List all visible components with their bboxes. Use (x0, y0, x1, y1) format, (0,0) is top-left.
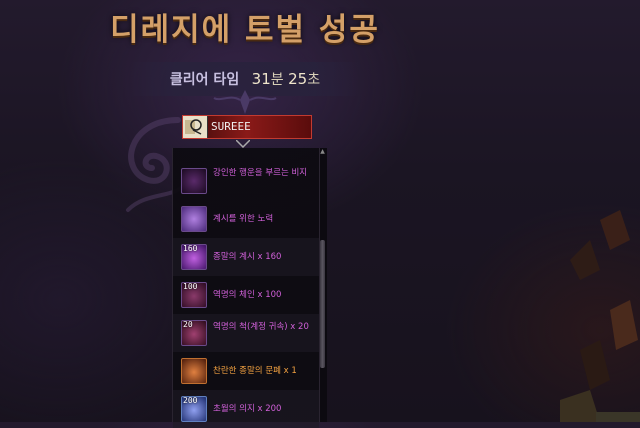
swirl-orb-icon (181, 206, 207, 232)
list-item[interactable]: 찬란한 종말의 문폐 x 1 (173, 352, 319, 390)
list-item[interactable]: 100 역명의 체인 x 100 (173, 276, 319, 314)
reward-name: 계시를 위한 노력 (213, 214, 274, 224)
revelation-orb-icon: 160 (181, 244, 207, 270)
list-item[interactable]: 강인한 행운을 부르는 비지 (173, 162, 319, 200)
reward-name: 찬란한 종말의 문폐 x 1 (213, 366, 297, 376)
chevron-down-icon (236, 140, 250, 148)
player-name: SUREEE (211, 120, 251, 133)
list-item[interactable]: 200 초월의 의지 x 200 (173, 390, 319, 428)
list-item[interactable]: 20 역명의 척(계정 귀속) x 20 (173, 314, 319, 352)
emblem-icon (181, 358, 207, 384)
clear-time-seconds: 25 (288, 70, 308, 88)
will-orb-icon: 200 (181, 396, 207, 422)
helmet-icon (183, 116, 208, 138)
reward-name: 초월의 의지 x 200 (213, 404, 282, 414)
list-item[interactable]: 계시를 위한 노력 (173, 200, 319, 238)
reward-name: 역명의 체인 x 100 (213, 290, 282, 300)
reward-name: 종말의 계시 x 160 (213, 252, 282, 262)
clear-time-minutes-unit: 분 (270, 72, 284, 88)
clear-time-label: 클리어 타임 (169, 72, 240, 88)
clear-time: 클리어 타임 31분 25초 (0, 69, 490, 89)
background-rubble (560, 210, 638, 422)
clear-time-seconds-unit: 초 (307, 72, 321, 88)
item-count: 20 (183, 320, 193, 329)
item-count: 200 (183, 396, 198, 405)
fragment-icon: 20 (181, 320, 207, 346)
reward-list[interactable]: 강인한 행운을 부르는 비지 계시를 위한 노력 160 종말의 계시 x 16… (172, 148, 321, 428)
ornament-icon (213, 90, 277, 114)
arrow-up-icon[interactable]: ▲ (319, 149, 326, 155)
player-nameplate[interactable]: SUREEE (182, 115, 312, 139)
clear-time-minutes: 31 (251, 70, 271, 88)
scrollbar-thumb[interactable] (320, 240, 325, 368)
reward-name: 강인한 행운을 부르는 비지 (213, 168, 308, 178)
reward-name: 역명의 척(계정 귀속) x 20 (213, 322, 309, 332)
chain-icon: 100 (181, 282, 207, 308)
list-item[interactable]: 160 종말의 계시 x 160 (173, 238, 319, 276)
raid-clear-title: 디레지에 토벌 성공 (110, 12, 380, 48)
item-count: 100 (183, 282, 198, 291)
item-count: 160 (183, 244, 198, 253)
pouch-icon (181, 168, 207, 194)
bottom-corner-fragment (596, 412, 640, 422)
